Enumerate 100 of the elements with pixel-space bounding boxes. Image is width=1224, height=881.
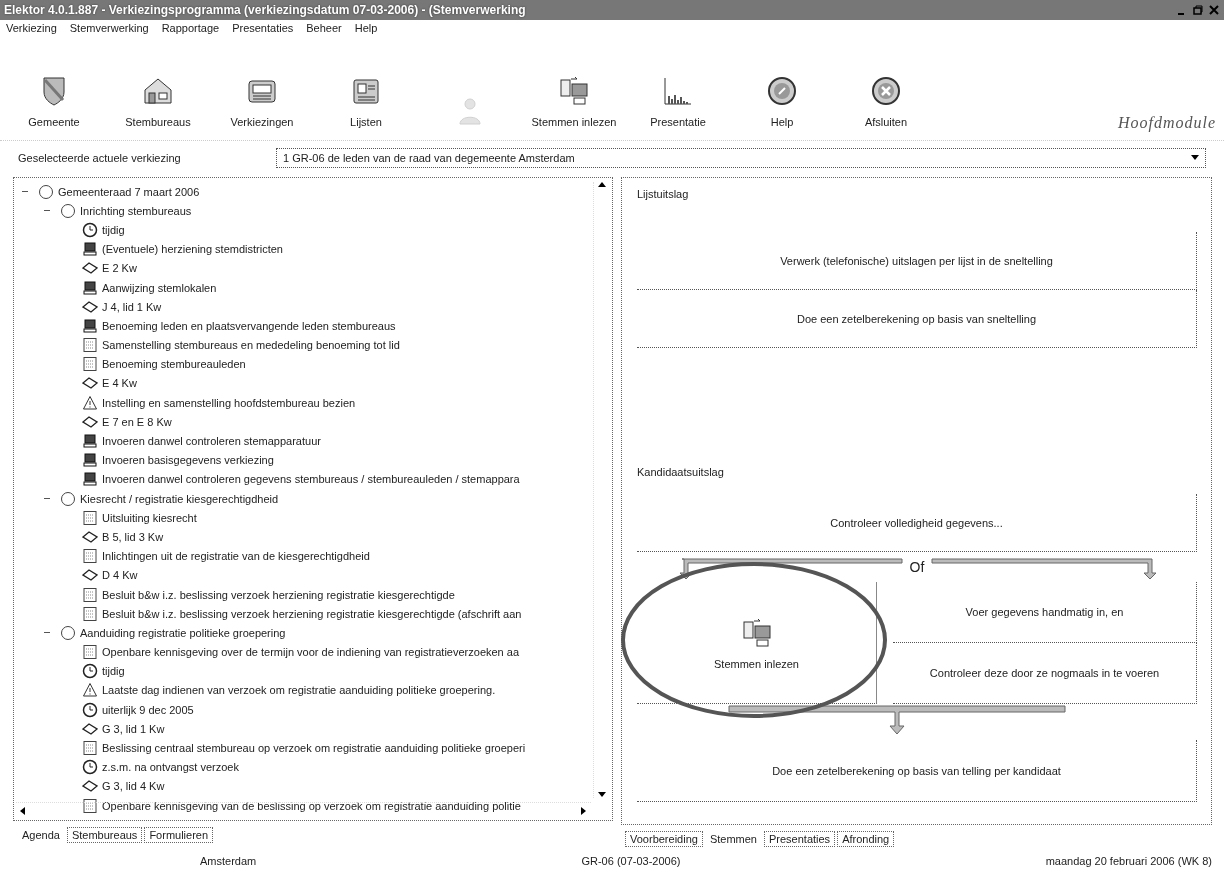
computer-icon <box>82 433 98 450</box>
computer-icon <box>82 471 98 488</box>
scroll-right-icon[interactable] <box>581 806 587 815</box>
tree-item[interactable]: Beslissing centraal stembureau op verzoek om registratie aanduiding politieke groeperi <box>102 742 526 755</box>
menu-item[interactable]: Help <box>354 22 378 36</box>
tree-item[interactable]: Invoeren danwel controleren gegevens stembureaus / stembureauleden / stemappara <box>102 473 520 486</box>
status-text: maandag 20 februari 2006 (WK 8) <box>1045 855 1212 867</box>
tree-item[interactable]: G 3, lid 1 Kw <box>102 722 165 735</box>
tree-item[interactable]: Benoeming stembureauleden <box>102 358 246 371</box>
tree-item[interactable]: Inlichtingen uit de registratie van de kiesgerechtigdheid <box>102 550 370 563</box>
menu-item[interactable]: Rapportage <box>161 22 220 36</box>
tree-item[interactable]: E 7 en E 8 Kw <box>102 415 172 428</box>
tab[interactable]: Presentaties <box>763 831 836 847</box>
form-icon <box>82 740 98 757</box>
close-icon[interactable] <box>1208 4 1220 16</box>
tree-item[interactable]: B 5, lid 3 Kw <box>102 530 164 543</box>
tab[interactable]: Afronding <box>837 831 895 847</box>
tree-item[interactable]: G 3, lid 4 Kw <box>102 780 165 793</box>
toolbar-button[interactable]: Lijsten <box>320 74 412 140</box>
tree-item[interactable]: z.s.m. na ontvangst verzoek <box>102 761 239 774</box>
tree-item[interactable]: Benoeming leden en plaatsvervangende leden stembureaus <box>102 319 396 332</box>
warning-icon <box>82 394 98 411</box>
module-title: Hoofdmodule <box>1117 114 1216 134</box>
step-button[interactable]: Doe een zetelberekening op basis van sneltelling <box>637 290 1197 348</box>
form-icon <box>82 586 98 603</box>
tree-item[interactable]: uiterlijk 9 dec 2005 <box>102 703 194 716</box>
scroll-up-icon[interactable] <box>598 182 606 188</box>
clock-icon <box>82 701 98 718</box>
toolbar-button[interactable]: Help <box>736 74 828 140</box>
menu-item[interactable]: Verkiezing <box>6 22 57 36</box>
section-title: Kandidaatsuitslag <box>637 466 725 478</box>
toolbar-button[interactable]: Presentatie <box>632 74 724 140</box>
tab[interactable]: Stembureaus <box>66 827 143 843</box>
scanner-computer-icon <box>557 74 591 108</box>
computer-icon <box>82 452 98 469</box>
clock-icon <box>82 759 98 776</box>
tree-item[interactable]: E 4 Kw <box>102 377 137 390</box>
election-dropdown[interactable]: 1 GR-06 de leden van de raad van degemeente Amsterdam <box>276 148 1206 168</box>
status-text: Amsterdam <box>200 855 257 867</box>
scroll-down-icon[interactable] <box>598 792 606 798</box>
tree-item[interactable]: tijdig <box>102 223 125 236</box>
field-label: Geselecteerde actuele verkiezing <box>18 152 182 164</box>
tree-item[interactable]: Samenstelling stembureaus en mededeling benoeming tot lid <box>102 339 400 352</box>
tree-item[interactable]: Openbare kennisgeving over de termijn voor de indiening van registratieverzoeken aa <box>102 646 520 659</box>
tree-item[interactable]: J 4, lid 1 Kw <box>102 300 162 313</box>
scroll-left-icon[interactable] <box>20 806 26 815</box>
status-text: GR-06 (07-03-2006) <box>581 855 681 867</box>
merge-arrow-icon <box>727 704 1067 736</box>
circle-icon <box>60 490 76 507</box>
computer-icon <box>82 241 98 258</box>
tree-item[interactable]: Gemeenteraad 7 maart 2006 <box>58 185 200 198</box>
computer-icon <box>82 317 98 334</box>
toolbar-button[interactable]: Afsluiten <box>840 74 932 140</box>
menu-item[interactable]: Stemverwerking <box>69 22 149 36</box>
warning-icon <box>82 682 98 699</box>
toolbar-button[interactable]: Verkiezingen <box>216 74 308 140</box>
tree-item[interactable]: Laatste dag indienen van verzoek om registratie aanduiding politieke groepering. <box>102 684 496 697</box>
tree-item[interactable]: Besluit b&w i.z. beslissing verzoek herziening registratie kiesgerechtigde (afschrift aan <box>102 607 522 620</box>
tree-item[interactable]: Openbare kennisgeving van de beslissing op verzoek om registratie aanduiding politie <box>102 799 521 812</box>
dropdown-arrow-icon <box>1191 155 1199 161</box>
tab[interactable]: Voorbereiding <box>625 831 703 847</box>
tree-item[interactable]: (Eventuele) herziening stemdistricten <box>102 243 283 256</box>
toolbar-button[interactable]: Stemmen inlezen <box>528 74 620 140</box>
step-button[interactable]: Voer gegevens handmatig in, en <box>893 582 1197 643</box>
clock-icon <box>82 663 98 680</box>
tree-item[interactable]: Uitsluiting kiesrecht <box>102 511 197 524</box>
step-button[interactable]: Controleer deze door ze nogmaals in te voeren <box>893 643 1197 704</box>
or-label: Of <box>909 559 925 575</box>
tree-item[interactable]: Instelling en samenstelling hoofdstembureau bezien <box>102 396 356 409</box>
computer-icon <box>82 279 98 296</box>
circle-icon <box>38 183 54 200</box>
scan-votes-button[interactable]: Stemmen inlezen <box>637 582 877 704</box>
help-icon <box>765 74 799 108</box>
form-icon <box>82 356 98 373</box>
circle-icon <box>60 624 76 641</box>
step-button[interactable]: Controleer volledigheid gegevens... <box>637 494 1197 552</box>
tree-item[interactable]: Invoeren basisgegevens verkiezing <box>102 454 274 467</box>
form-icon <box>82 509 98 526</box>
tree-item[interactable]: D 4 Kw <box>102 569 138 582</box>
tree-item[interactable]: Invoeren danwel controleren stemapparatuur <box>102 435 321 448</box>
form-icon <box>82 797 98 814</box>
tree-item[interactable]: Aanwijzing stemlokalen <box>102 281 217 294</box>
section-title: Lijstuitslag <box>637 188 690 200</box>
step-button[interactable]: Verwerk (telefonische) uitslagen per lijst in de sneltelling <box>637 232 1197 290</box>
tree-item[interactable]: Besluit b&w i.z. beslissing verzoek herziening registratie kiesgerechtigde <box>102 588 455 601</box>
menu-item[interactable]: Beheer <box>306 22 342 36</box>
tree-item[interactable]: Kiesrecht / registratie kiesgerechtigdheid <box>80 492 279 505</box>
step-button[interactable]: Doe een zetelberekening op basis van telling per kandidaat <box>637 740 1197 802</box>
restore-icon[interactable] <box>1192 4 1204 16</box>
form-icon <box>82 337 98 354</box>
menu-item[interactable]: Presentaties <box>232 22 294 36</box>
tree-item[interactable]: Aanduiding registratie politieke groepering <box>80 626 286 639</box>
toolbar-button[interactable]: Gemeente <box>8 74 100 140</box>
tree-item[interactable]: Inrichting stembureaus <box>80 204 192 217</box>
tree-item[interactable]: E 2 Kw <box>102 262 137 275</box>
clock-icon <box>82 221 98 238</box>
tab[interactable]: Formulieren <box>144 827 214 843</box>
toolbar-button[interactable]: Stembureaus <box>112 74 204 140</box>
tree-item[interactable]: tijdig <box>102 665 125 678</box>
form-icon <box>82 548 98 565</box>
